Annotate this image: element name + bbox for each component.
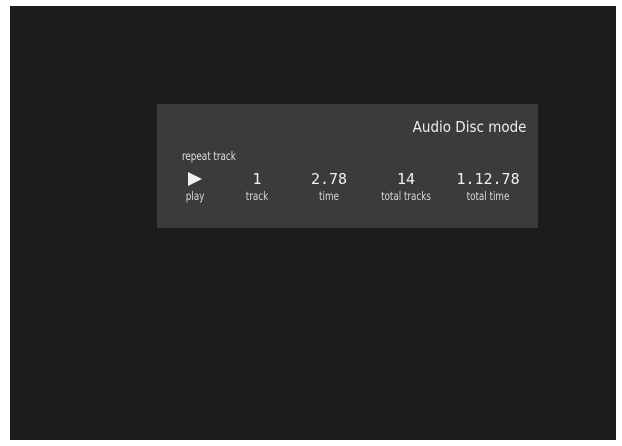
elapsed-time-value: 2.78 <box>310 170 348 188</box>
track-number-value: 1 <box>252 170 262 188</box>
total-tracks-value: 14 <box>396 170 416 188</box>
elapsed-time-label: time <box>319 189 339 203</box>
total-tracks-status: 14 total tracks <box>367 170 445 203</box>
play-status-label: play <box>185 189 205 203</box>
total-time-label: total time <box>466 189 510 203</box>
time-status: 2.78 time <box>305 170 353 203</box>
total-time-status: 1.12.78 total time <box>453 170 523 203</box>
mode-title: Audio Disc mode <box>412 118 526 136</box>
play-icon <box>188 172 202 186</box>
track-status: 1 track <box>237 170 277 203</box>
osd-panel: Audio Disc mode repeat track play 1 trac… <box>157 104 538 228</box>
total-tracks-label: total tracks <box>381 189 431 203</box>
total-time-value: 1.12.78 <box>456 170 520 188</box>
play-status: play <box>179 170 211 203</box>
track-number-label: track <box>245 189 269 203</box>
repeat-mode-label: repeat track <box>182 149 236 163</box>
video-screen: Audio Disc mode repeat track play 1 trac… <box>10 6 616 440</box>
